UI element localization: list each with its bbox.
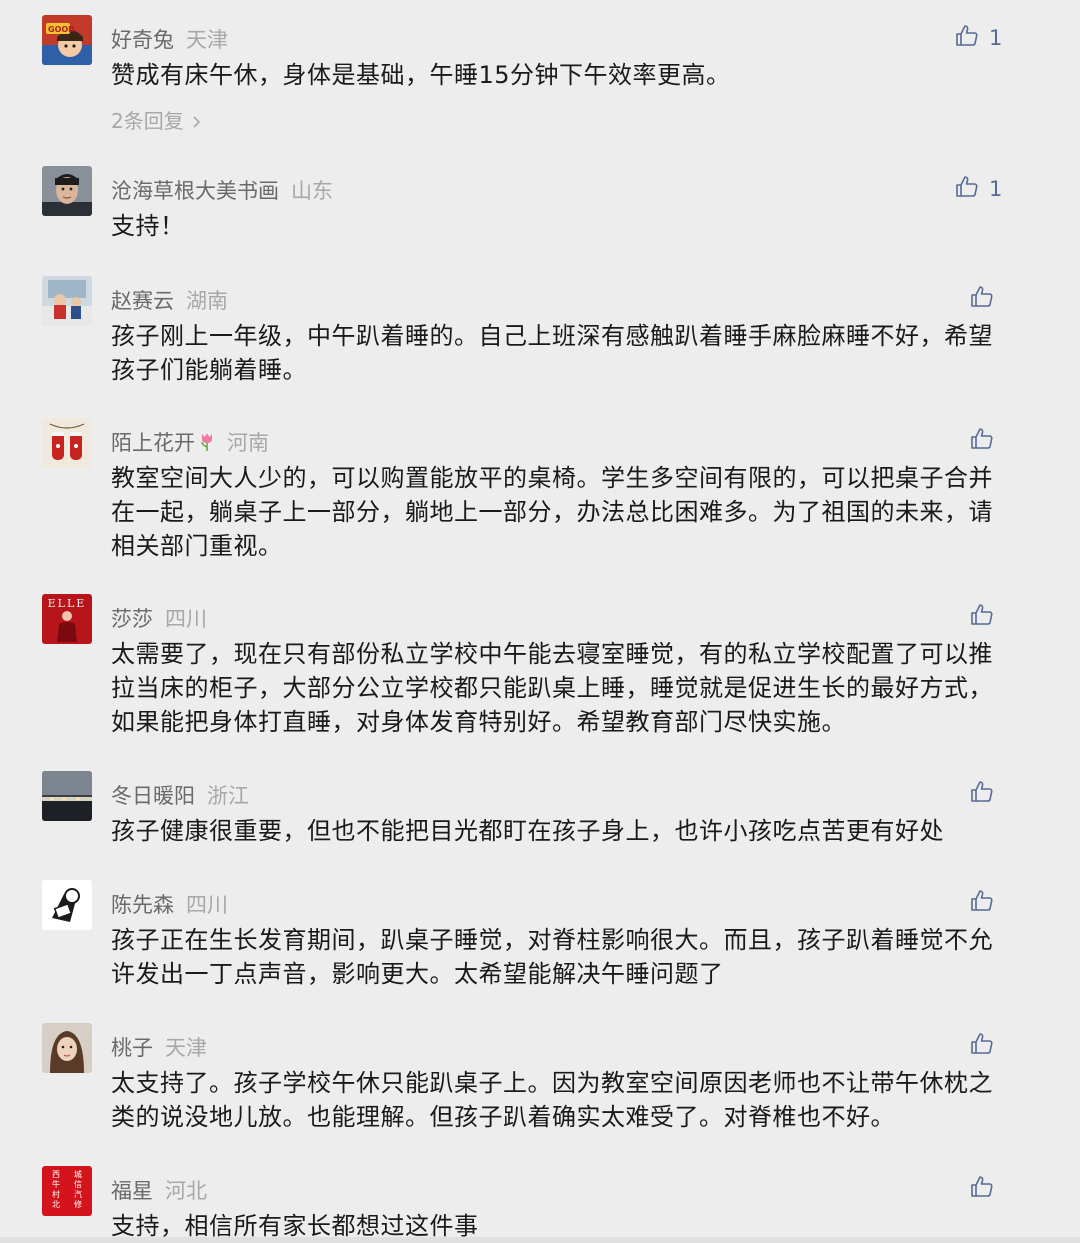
comment-item: 陌上花开 河南 教室空间大人少的，可以购置能放平的桌椅。学生多空间有限的，可以把桌… xyxy=(0,418,1080,560)
comment-text: 太需要了，现在只有部份私立学校中午能去寝室睡觉，有的私立学校配置了可以推拉当床的… xyxy=(111,640,993,736)
nickname[interactable]: 好奇兔 xyxy=(111,28,174,52)
nickname[interactable]: 赵赛云 xyxy=(111,289,174,313)
location: 浙江 xyxy=(207,784,249,808)
like-count: 1 xyxy=(989,26,1003,50)
avatar-sign-text: 修 xyxy=(74,1199,82,1209)
like-button[interactable] xyxy=(970,1174,994,1204)
chevron-right-icon xyxy=(186,109,202,133)
thumbs-up-icon xyxy=(970,889,994,917)
thumbs-up-icon xyxy=(955,24,979,52)
replies-label: 2条回复 xyxy=(111,109,184,133)
location: 天津 xyxy=(186,28,228,52)
night-city-avatar-icon[interactable] xyxy=(42,771,92,821)
avatar-sign-text: 北 xyxy=(52,1200,60,1209)
woman-portrait-avatar-icon[interactable] xyxy=(42,1023,92,1073)
location: 河北 xyxy=(165,1179,207,1203)
nickname[interactable]: 陌上花开 xyxy=(111,431,195,455)
nickname[interactable]: 莎莎 xyxy=(111,607,153,631)
nickname[interactable]: 沧海草根大美书画 xyxy=(111,179,279,203)
location: 湖南 xyxy=(186,289,228,313)
comment-item: 赵赛云 湖南 孩子刚上一年级，中午趴着睡的。自己上班深有感触趴着睡手麻脸麻睡不好，… xyxy=(0,276,1080,386)
thumbs-up-icon xyxy=(970,1032,994,1060)
child-photo-avatar-icon[interactable] xyxy=(42,276,92,326)
comment-text: 赞成有床午休，身体是基础，午睡15分钟下午效率更高。 xyxy=(111,61,731,89)
like-button[interactable]: 1 xyxy=(955,174,1002,204)
comment-meta: 陌上花开 河南 xyxy=(111,428,269,458)
thumbs-up-icon xyxy=(970,1175,994,1203)
nickname[interactable]: 桃子 xyxy=(111,1036,153,1060)
avatar-brand-text: ELLE xyxy=(48,597,87,610)
thumbs-up-icon xyxy=(970,780,994,808)
comment-item: GOOD 好奇兔 天津 1 赞成有床午休，身体是基础，午睡15分钟下午效率更高。 … xyxy=(0,15,1080,133)
like-button[interactable]: 1 xyxy=(955,23,1002,53)
replies-link[interactable]: 2条回复 xyxy=(111,105,202,134)
comment-meta: 陈先森 四川 xyxy=(111,890,228,920)
like-button[interactable] xyxy=(970,284,994,314)
tulip-emoji-icon xyxy=(199,430,215,460)
comment-item: 陈先森 四川 孩子正在生长发育期间，趴桌子睡觉，对脊柱影响很大。而且，孩子趴着睡觉… xyxy=(0,880,1080,990)
comment-meta: 冬日暖阳 浙江 xyxy=(111,781,249,811)
nickname[interactable]: 陈先森 xyxy=(111,893,174,917)
thumbs-up-icon xyxy=(970,285,994,313)
red-sign-avatar-icon[interactable]: 西 城 牛 信 村 汽 北 修 xyxy=(42,1166,92,1216)
location: 山东 xyxy=(291,179,333,203)
like-button[interactable] xyxy=(970,1031,994,1061)
thumbs-up-icon xyxy=(970,427,994,455)
thumbs-up-icon xyxy=(955,175,979,203)
comment-text: 孩子刚上一年级，中午趴着睡的。自己上班深有感触趴着睡手麻脸麻睡不好，希望孩子们能… xyxy=(111,322,993,384)
elle-magazine-avatar-icon[interactable]: ELLE xyxy=(42,594,92,644)
nickname[interactable]: 福星 xyxy=(111,1179,153,1203)
location: 四川 xyxy=(165,607,207,631)
avatar-sign-text: 牛 xyxy=(52,1179,60,1189)
like-button[interactable] xyxy=(970,602,994,632)
comment-meta: 莎莎 四川 xyxy=(111,604,207,634)
like-count: 1 xyxy=(989,177,1003,201)
comment-text: 教室空间大人少的，可以购置能放平的桌椅。学生多空间有限的，可以把桌子合并在一起，… xyxy=(111,464,993,560)
avatar-sign-text: 西 xyxy=(52,1170,60,1179)
cartoon-avatar-icon[interactable]: GOOD xyxy=(42,15,92,65)
man-portrait-avatar-icon[interactable] xyxy=(42,166,92,216)
red-mittens-avatar-icon[interactable] xyxy=(42,418,92,468)
comment-meta: 福星 河北 xyxy=(111,1176,207,1206)
cartoon-sketch-avatar-icon[interactable] xyxy=(42,880,92,930)
thumbs-up-icon xyxy=(970,603,994,631)
avatar-sign-text: 汽 xyxy=(74,1189,82,1199)
like-button[interactable] xyxy=(970,888,994,918)
like-button[interactable] xyxy=(970,779,994,809)
comment-meta: 好奇兔 天津 xyxy=(111,25,228,55)
nickname[interactable]: 冬日暖阳 xyxy=(111,784,195,808)
comment-meta: 赵赛云 湖南 xyxy=(111,286,228,316)
avatar-sign-text: 村 xyxy=(52,1189,60,1199)
comment-item: 西 城 牛 信 村 汽 北 修 福星 河北 支持，相信所有家长都想过这件事 xyxy=(0,1166,1080,1241)
comment-meta: 桃子 天津 xyxy=(111,1033,207,1063)
comment-meta: 沧海草根大美书画 山东 xyxy=(111,176,333,206)
avatar-sign-text: 城 xyxy=(74,1170,82,1179)
comment-item: 桃子 天津 太支持了。孩子学校午休只能趴桌子上。因为教室空间原因老师也不让带午休枕… xyxy=(0,1023,1080,1133)
comment-item: 冬日暖阳 浙江 孩子健康很重要，但也不能把目光都盯在孩子身上，也许小孩吃点苦更有好… xyxy=(0,771,1080,851)
comment-text: 太支持了。孩子学校午休只能趴桌子上。因为教室空间原因老师也不让带午休枕之类的说没… xyxy=(111,1069,993,1131)
comment-item: 沧海草根大美书画 山东 1 支持！ xyxy=(0,166,1080,246)
comment-text: 支持！ xyxy=(111,212,185,240)
comment-text: 孩子正在生长发育期间，趴桌子睡觉，对脊柱影响很大。而且，孩子趴着睡觉不允许发出一… xyxy=(111,926,993,988)
comment-text: 孩子健康很重要，但也不能把目光都盯在孩子身上，也许小孩吃点苦更有好处 xyxy=(111,817,944,845)
like-button[interactable] xyxy=(970,426,994,456)
location: 河南 xyxy=(227,431,269,455)
bottom-edge xyxy=(0,1237,1080,1243)
avatar-sign-text: 信 xyxy=(74,1179,82,1189)
svg-text:GOOD: GOOD xyxy=(48,25,75,34)
location: 四川 xyxy=(186,893,228,917)
comment-item: ELLE 莎莎 四川 太需要了，现在只有部份私立学校中午能去寝室睡觉，有的私立学校… xyxy=(0,594,1080,736)
location: 天津 xyxy=(165,1036,207,1060)
